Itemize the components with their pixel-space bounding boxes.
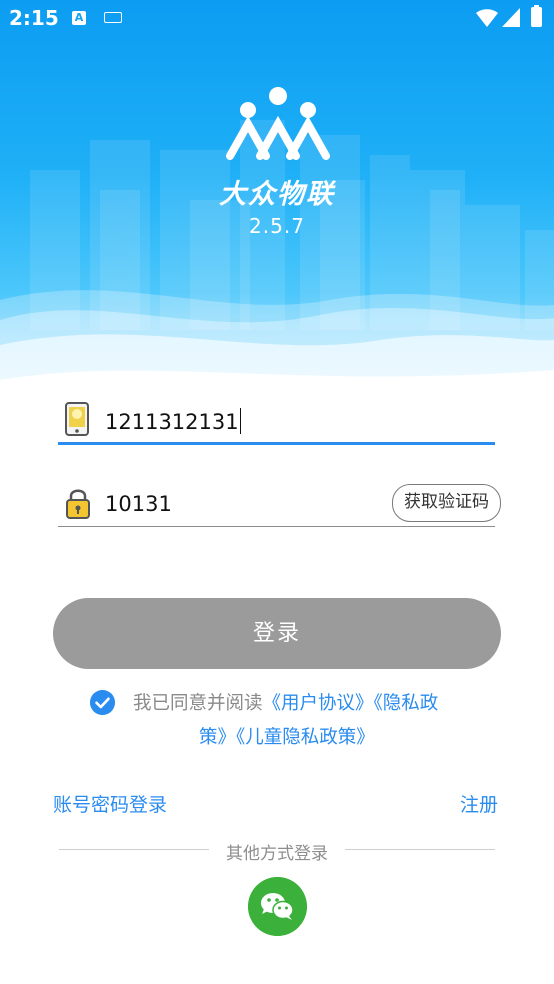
lock-icon <box>66 489 90 519</box>
password-login-link[interactable]: 账号密码登录 <box>53 790 167 817</box>
login-button[interactable]: 登录 <box>53 598 501 669</box>
verification-code-input[interactable]: 10131 <box>105 492 172 516</box>
status-bar: 2:15 A <box>0 0 554 38</box>
child-privacy-link[interactable]: 《儿童隐私政策》 <box>236 727 375 748</box>
phone-input[interactable]: 1211312131 <box>105 408 242 434</box>
phone-icon <box>65 402 89 436</box>
battery-icon <box>531 5 542 27</box>
code-field[interactable]: 10131 获取验证码 <box>58 482 501 527</box>
wave-decoration <box>0 290 554 390</box>
brand-name: 大众物联 <box>219 179 335 210</box>
agreement-text: 我已同意并阅读《用户协议》《隐私政 <box>133 693 439 714</box>
other-login-label: 其他方式登录 <box>226 844 328 864</box>
agreement-text-line2: 策》《儿童隐私政策》 <box>199 723 375 749</box>
app-version: 2.5.7 <box>249 214 305 238</box>
wechat-icon[interactable] <box>248 877 307 936</box>
signal-icon <box>502 8 520 27</box>
wifi-icon <box>476 9 498 27</box>
brand-logo-icon <box>226 87 330 160</box>
register-link[interactable]: 注册 <box>460 790 498 817</box>
phone-field[interactable]: 1211312131 <box>58 398 495 445</box>
agreement-checkbox[interactable] <box>90 690 115 715</box>
hero-banner: 2:15 A 大众物联 2.5.7 <box>0 0 554 390</box>
get-code-button[interactable]: 获取验证码 <box>392 484 501 522</box>
status-time: 2:15 <box>9 6 59 30</box>
privacy-policy-link-cont[interactable]: 策》 <box>199 727 236 748</box>
privacy-policy-link[interactable]: 《隐私政 <box>374 693 439 714</box>
font-a-icon: A <box>72 11 86 25</box>
text-caret <box>239 408 242 434</box>
keyboard-icon <box>104 12 122 23</box>
user-agreement-link[interactable]: 《用户协议》 <box>263 693 374 714</box>
